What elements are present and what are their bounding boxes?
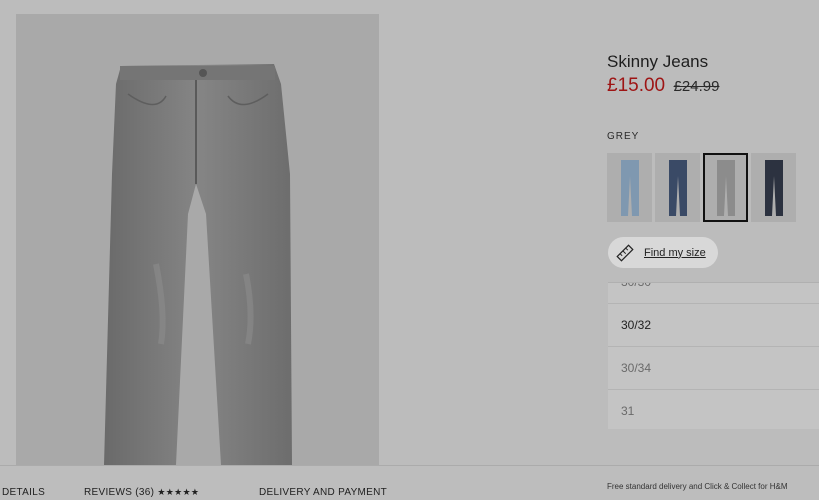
ruler-icon	[616, 243, 634, 262]
swatch-grey[interactable]	[703, 153, 748, 222]
tab-reviews-label: REVIEWS (36)	[84, 487, 155, 498]
price-now: £15.00	[607, 75, 666, 96]
find-my-size-button[interactable]: Find my size	[608, 237, 718, 268]
rating-stars-icon: ★★★★★	[157, 487, 200, 497]
product-image[interactable]	[16, 14, 379, 465]
color-label: GREY	[607, 131, 640, 142]
product-title: Skinny Jeans	[607, 52, 709, 71]
size-dropdown[interactable]: 30/30 30/32 30/34 31	[608, 282, 819, 429]
size-list: 30/30 30/32 30/34 31	[608, 283, 819, 429]
size-option[interactable]: 30/30	[608, 283, 819, 304]
swatch-black-blue[interactable]	[751, 153, 796, 222]
swatch-dark-blue[interactable]	[655, 153, 700, 222]
swatch-light-blue[interactable]	[607, 153, 652, 222]
tab-reviews[interactable]: REVIEWS (36) ★★★★★	[84, 487, 199, 498]
find-my-size-label: Find my size	[644, 246, 706, 259]
product-info-panel: Skinny Jeans £15.00 £24.99 GREY Find my …	[607, 0, 819, 499]
size-option[interactable]: 31	[608, 390, 819, 429]
delivery-note: Free standard delivery and Click & Colle…	[607, 482, 788, 491]
jeans-thumbnail-icon	[668, 159, 687, 216]
size-option[interactable]: 30/32	[608, 304, 819, 347]
jeans-thumbnail-icon	[620, 159, 639, 216]
bottom-tab-bar: DETAILS REVIEWS (36) ★★★★★ DELIVERY AND …	[0, 465, 819, 500]
price-was: £24.99	[673, 78, 720, 95]
color-swatches	[607, 153, 796, 222]
tab-delivery[interactable]: DELIVERY AND PAYMENT	[259, 487, 387, 498]
jeans-thumbnail-icon	[716, 159, 735, 216]
price-row: £15.00 £24.99	[607, 75, 719, 97]
jeans-illustration	[104, 64, 292, 465]
size-option[interactable]: 30/34	[608, 347, 819, 390]
jeans-thumbnail-icon	[764, 159, 783, 216]
tab-details[interactable]: DETAILS	[2, 487, 45, 498]
